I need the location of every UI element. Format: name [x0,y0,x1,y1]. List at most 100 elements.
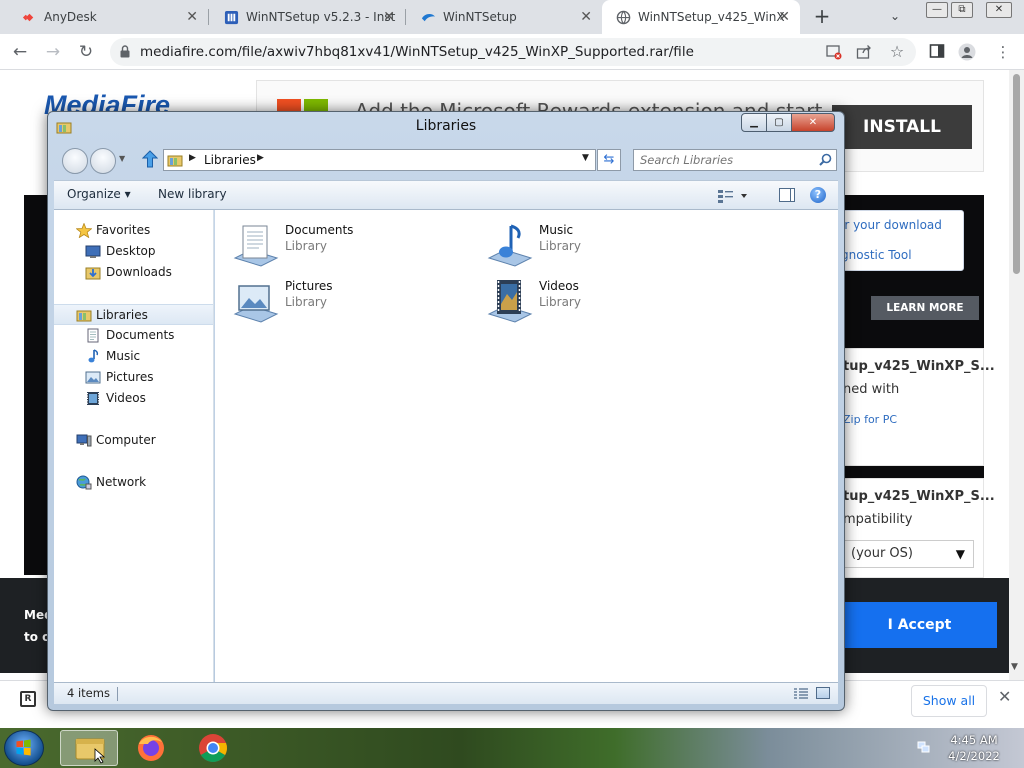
blocked-popup-icon[interactable] [826,44,842,60]
library-type: Library [539,295,581,309]
start-button[interactable] [4,730,44,766]
pictures-icon [85,371,101,384]
library-name: Videos [539,279,579,293]
nav-label: Favorites [96,223,151,237]
new-library-button[interactable]: New library [158,187,227,201]
new-tab-button[interactable]: + [812,0,832,34]
network-tray-icon[interactable] [916,740,930,754]
star-icon[interactable]: ☆ [889,44,905,60]
search-input[interactable] [634,150,814,170]
reload-icon[interactable]: ↻ [75,41,97,63]
tab-close-icon[interactable]: ✕ [778,0,790,34]
tab-winntsetup-install[interactable]: WinNTSetup v5.2.3 - Inst ✕ [210,0,405,34]
archive-file-icon[interactable]: R [20,691,36,707]
close-icon[interactable]: ✕ [998,687,1011,706]
breadcrumb-arrow-icon[interactable]: ▶ [189,153,196,163]
tab-close-icon[interactable]: ✕ [383,0,395,34]
recent-pages-icon[interactable]: ▼ [119,154,125,163]
nav-desktop[interactable]: Desktop [54,241,213,262]
explorer-window[interactable]: Libraries ▁ ▢ ✕ ▼ ▶ Libraries ▶ ▼ ⇆ Orga… [47,111,845,711]
tab-mediafire-active[interactable]: WinNTSetup_v425_WinX ✕ [602,0,800,34]
page-scrollbar[interactable]: ▼ [1009,70,1024,680]
tab-close-icon[interactable]: ✕ [186,0,198,34]
up-arrow-icon[interactable] [142,150,158,168]
taskbar: 4:45 AM 4/2/2022 [0,728,1024,768]
anydesk-icon [22,13,34,22]
refresh-button[interactable]: ⇆ [597,149,621,171]
tab-title: AnyDesk [44,10,97,24]
nav-libraries[interactable]: Libraries [54,304,213,325]
help-icon[interactable]: ? [810,187,826,203]
breadcrumb-arrow-icon[interactable]: ▶ [257,153,264,163]
forward-icon[interactable]: → [42,41,64,63]
breadcrumb-libraries[interactable]: Libraries [204,153,256,167]
accept-cookies-button[interactable]: I Accept [842,602,997,648]
window-minimize-button[interactable]: — [926,2,948,18]
tab-search-button[interactable]: ⌄ [890,9,900,23]
show-all-button[interactable]: Show all [911,685,987,717]
close-button[interactable]: ✕ [791,113,835,132]
nav-network[interactable]: Network [54,472,213,493]
browser-tabstrip: AnyDesk ✕ WinNTSetup v5.2.3 - Inst ✕ Win… [0,0,1024,34]
install-button[interactable]: INSTALL [832,105,972,149]
file-name: tup_v425_WinXP_S... [843,489,995,504]
nav-pictures[interactable]: Pictures [54,367,213,388]
info-card-line[interactable]: ir your download [841,218,942,232]
learn-more-button[interactable]: LEARN MORE [871,296,979,320]
file-list: Documents Library Music Library Pictures… [215,210,838,682]
window-close-button[interactable]: ✕ [986,2,1012,18]
clock[interactable]: 4:45 AM 4/2/2022 [944,732,1004,764]
nav-computer[interactable]: Computer [54,430,213,451]
tab-close-icon[interactable]: ✕ [580,0,592,34]
os-select[interactable]: (your OS) ▼ [840,540,974,568]
forward-button[interactable] [90,148,116,174]
search-icon[interactable] [819,153,832,166]
large-icons-view-icon[interactable] [816,687,830,699]
minimize-button[interactable]: ▁ [741,113,767,132]
card-link[interactable]: Zip for PC [843,413,897,426]
details-view-icon[interactable] [794,688,808,699]
nav-documents[interactable]: Documents [54,325,213,346]
taskbar-explorer[interactable] [60,730,118,766]
videos-icon [87,392,99,405]
status-separator [117,687,118,701]
library-tile-music[interactable]: Music Library [469,218,709,268]
clock-date: 4/2/2022 [948,749,1000,763]
library-tile-documents[interactable]: Documents Library [215,218,455,268]
library-tile-pictures[interactable]: Pictures Library [215,274,455,324]
os-select-value: (your OS) [851,546,913,561]
address-dropdown-icon[interactable]: ▼ [582,153,589,163]
menu-icon[interactable]: ⋮ [994,43,1012,61]
tab-winntsetup[interactable]: WinNTSetup ✕ [407,0,602,34]
organize-button[interactable]: Organize ▾ [67,187,131,201]
nav-downloads[interactable]: Downloads [54,262,213,283]
address-bar[interactable]: mediafire.com/file/axwiv7hbq81xv41/WinNT… [110,38,916,66]
lock-icon[interactable] [120,45,130,58]
nav-favorites[interactable]: Favorites [54,220,213,241]
address-bar[interactable]: ▶ Libraries ▶ ▼ [163,149,596,171]
taskbar-chrome[interactable] [184,730,242,766]
back-icon[interactable]: ← [9,41,31,63]
tab-anydesk[interactable]: AnyDesk ✕ [8,0,208,34]
sidepanel-icon[interactable] [928,43,946,61]
maximize-button[interactable]: ▢ [766,113,792,132]
share-icon[interactable] [856,44,872,60]
window-restore-button[interactable]: ⧉ [951,2,973,18]
videos-library-icon [487,280,533,323]
back-button[interactable] [62,148,88,174]
url-text[interactable]: mediafire.com/file/axwiv7hbq81xv41/WinNT… [140,38,694,66]
nav-videos[interactable]: Videos [54,388,213,409]
scrollbar-thumb[interactable] [1013,74,1020,274]
change-view-button[interactable] [718,188,750,204]
info-card-line[interactable]: gnostic Tool [841,248,912,262]
search-box[interactable] [633,149,837,171]
window-title: Libraries [415,118,477,134]
desktop-icon [85,245,101,258]
preview-pane-button[interactable] [779,188,795,202]
nav-music[interactable]: Music [54,346,213,367]
profile-icon[interactable] [958,43,976,61]
taskbar-firefox[interactable] [122,730,180,766]
scroll-down-icon[interactable]: ▼ [1011,662,1018,672]
library-tile-videos[interactable]: Videos Library [469,274,709,324]
downloads-icon [85,267,101,280]
